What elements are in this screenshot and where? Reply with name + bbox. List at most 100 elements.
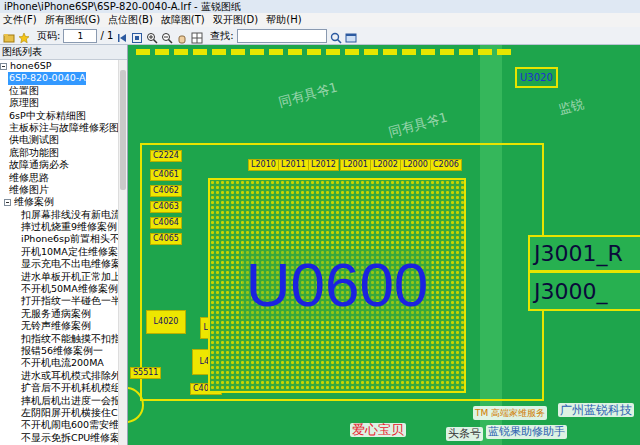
sidebar-item[interactable]: 供电测试图: [0, 134, 118, 146]
first-page-icon[interactable]: [116, 30, 128, 42]
sidebar-item[interactable]: 进水单板开机正常加上摄像头: [0, 271, 118, 283]
sidebar-item[interactable]: 无铃声维修案例: [0, 320, 118, 332]
sidebar-item-label[interactable]: 不开机闹电600需安维修案例: [20, 419, 118, 431]
sidebar-item[interactable]: 无服务通病案例: [0, 308, 118, 320]
sidebar-item[interactable]: 6sP中文标精细图: [0, 110, 118, 122]
board-component[interactable]: C4063: [150, 201, 182, 213]
sidebar-item[interactable]: 原理图: [0, 97, 118, 109]
board-component[interactable]: L4020: [146, 310, 186, 334]
board-component[interactable]: L2002: [370, 159, 401, 171]
collapse-toggle-icon[interactable]: [4, 199, 11, 206]
board-component[interactable]: C4065: [150, 233, 182, 245]
sidebar-item[interactable]: hone6SP: [0, 60, 118, 72]
sidebar-item-label[interactable]: 主板标注与故障维修彩图: [8, 122, 118, 134]
board-component[interactable]: S5511: [130, 367, 161, 379]
sidebar-item[interactable]: 不开机电流200MA: [0, 357, 118, 369]
sidebar-item-label[interactable]: 故障通病必杀: [8, 159, 70, 171]
board-component[interactable]: J3000_: [528, 271, 640, 311]
sidebar-item[interactable]: 扣指纹不能触摸不扣指纹触摸: [0, 333, 118, 345]
board-component[interactable]: U3020: [515, 67, 558, 88]
sidebar-item-label[interactable]: 无铃声维修案例: [20, 320, 92, 332]
sidebar-item[interactable]: 进水或耳机模式排除外配改: [0, 370, 118, 382]
board-component[interactable]: L2011: [278, 159, 309, 171]
sidebar-item-label[interactable]: 底部功能图: [8, 147, 60, 159]
search-icon[interactable]: [330, 30, 342, 42]
menu-item[interactable]: 帮助(H): [266, 13, 301, 27]
sidebar-item[interactable]: 不显示免拆CPU维修案例: [0, 432, 118, 444]
sidebar-item-label[interactable]: 供电测试图: [8, 134, 60, 146]
menu-item[interactable]: 所有图纸(G): [45, 13, 101, 27]
sidebar-item-label[interactable]: 进水单板开机正常加上摄像头: [20, 271, 118, 283]
bga-chip[interactable]: U0600: [208, 178, 466, 393]
sidebar-item-label[interactable]: 6sP中文标精细图: [8, 110, 87, 122]
zoom-out-icon[interactable]: [161, 30, 173, 42]
sidebar-item[interactable]: 开机10MA定住维修案例: [0, 246, 118, 258]
board-component[interactable]: C2224: [150, 150, 182, 162]
sidebar-item[interactable]: 不开机50MA维修案例: [0, 283, 118, 295]
sidebar-item-label[interactable]: 进水或耳机模式排除外配改: [20, 370, 118, 382]
sidebar-item[interactable]: 打开指纹一半碰色一半正常进: [0, 295, 118, 307]
sidebar-item-label[interactable]: 显示充电不出电维修案例: [20, 258, 118, 270]
sidebar-item-label[interactable]: 不开机电流200MA: [20, 357, 105, 369]
sidebar-item-label[interactable]: 摔过机烧重9维修案例: [20, 221, 118, 233]
menu-item[interactable]: 故障图(T): [161, 13, 205, 27]
sidebar-item[interactable]: 主板标注与故障维修彩图: [0, 122, 118, 134]
sidebar-item-label[interactable]: 维修思路: [8, 172, 50, 184]
zoom-in-icon[interactable]: [146, 30, 158, 42]
sidebar-item-label[interactable]: 不开机50MA维修案例: [20, 283, 118, 295]
menu-item[interactable]: 文件(F): [3, 13, 37, 27]
board-component[interactable]: L2000: [400, 159, 431, 171]
page-field[interactable]: 1: [63, 29, 97, 43]
sidebar-item[interactable]: 不开机闹电600需安维修案例: [0, 419, 118, 431]
sidebar-item-label[interactable]: 原理图: [8, 97, 40, 109]
grid-icon[interactable]: [191, 30, 203, 42]
sidebar-item-label[interactable]: 维修案例: [13, 196, 55, 208]
sidebar-item-label[interactable]: 左阴阳屏开机横接住CPU上开: [20, 407, 118, 419]
sidebar-item[interactable]: 底部功能图: [0, 147, 118, 159]
board-component[interactable]: C4062: [150, 185, 182, 197]
sidebar-item[interactable]: 左阴阳屏开机横接住CPU上开: [0, 407, 118, 419]
sidebar-item[interactable]: 维修图片: [0, 184, 118, 196]
sidebar-item[interactable]: 报错56维修案例一: [0, 345, 118, 357]
menu-item[interactable]: 点位图(B): [108, 13, 153, 27]
sidebar-item-label[interactable]: 无服务通病案例: [20, 308, 92, 320]
hand-icon[interactable]: [176, 30, 188, 42]
window-icon[interactable]: [345, 30, 357, 42]
sidebar-item-label[interactable]: 开机10MA定住维修案例: [20, 246, 118, 258]
sidebar-item-label[interactable]: 打开指纹一半碰色一半正常进: [20, 295, 118, 307]
sidebar-item-label[interactable]: 维修图片: [8, 184, 50, 196]
sidebar-item-label[interactable]: 不显示免拆CPU维修案例: [20, 432, 118, 444]
sidebar-item[interactable]: 故障通病必杀: [0, 159, 118, 171]
scrollbar-thumb[interactable]: [120, 70, 126, 190]
sidebar-item-label[interactable]: 位置图: [8, 85, 40, 97]
star-icon[interactable]: [18, 30, 30, 42]
sidebar-item[interactable]: 维修思路: [0, 172, 118, 184]
sidebar-item[interactable]: 位置图: [0, 85, 118, 97]
sidebar-item-label[interactable]: 6SP-820-0040-A: [8, 72, 86, 84]
sidebar-item-label[interactable]: iPhone6sp前置相头不照: [20, 233, 118, 245]
sidebar-item[interactable]: 显示充电不出电维修案例: [0, 258, 118, 270]
sidebar-item[interactable]: iPhone6sp前置相头不照: [0, 233, 118, 245]
sidebar-item-label[interactable]: 摔机后机出进度一会报错9维: [20, 395, 118, 407]
board-component[interactable]: L2001: [340, 159, 371, 171]
menu-item[interactable]: 双开图(D): [213, 13, 259, 27]
sidebar-item[interactable]: 维修案例: [0, 196, 118, 208]
sidebar-item-label[interactable]: 扣屏幕排线没有新电流或开机: [20, 209, 118, 221]
sidebar-item[interactable]: 扣屏幕排线没有新电流或开机: [0, 209, 118, 221]
board-component[interactable]: C4064: [150, 217, 182, 229]
sidebar-item-label[interactable]: 扩音后不开机耗机模组4014耳: [20, 382, 118, 394]
sidebar-item-label[interactable]: hone6SP: [9, 60, 53, 72]
board-canvas[interactable]: U3020C2224L2010L2011L2012L2001L2002L2000…: [128, 45, 640, 445]
sidebar-item-label[interactable]: 扣指纹不能触摸不扣指纹触摸: [20, 333, 118, 345]
sidebar-item-label[interactable]: 报错56维修案例一: [20, 345, 104, 357]
board-component[interactable]: J3001_R: [528, 235, 640, 272]
sidebar-item[interactable]: 摔机后机出进度一会报错9维: [0, 395, 118, 407]
board-component[interactable]: C2006: [430, 159, 462, 171]
sidebar-item[interactable]: 摔过机烧重9维修案例: [0, 221, 118, 233]
collapse-toggle-icon[interactable]: [0, 63, 7, 70]
folder-icon[interactable]: [3, 30, 15, 42]
sidebar-item[interactable]: 6SP-820-0040-A: [0, 72, 118, 84]
zoom-fit-icon[interactable]: [131, 30, 143, 42]
find-field[interactable]: [237, 29, 327, 43]
sidebar-item[interactable]: 扩音后不开机耗机模组4014耳: [0, 382, 118, 394]
